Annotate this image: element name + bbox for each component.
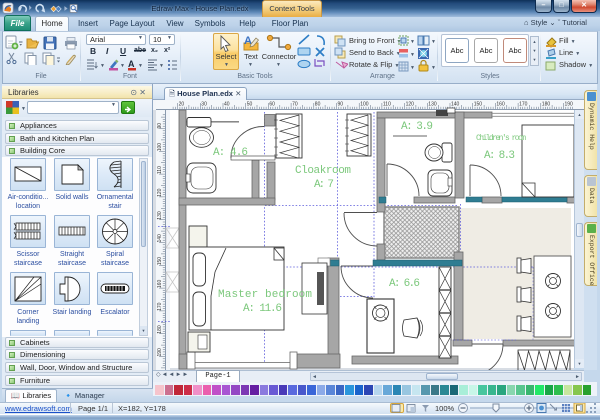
svg-text:▼: ▼	[410, 39, 415, 45]
svg-text:90: 90	[338, 102, 344, 108]
svg-text:180: 180	[157, 325, 163, 334]
svg-text:120: 120	[157, 188, 163, 197]
svg-text:170: 170	[519, 102, 528, 108]
svg-text:▼: ▼	[159, 63, 164, 69]
svg-text:A: A	[128, 59, 135, 69]
svg-text:A: 11.6: A: 11.6	[243, 303, 282, 315]
svg-text:20: 20	[179, 102, 185, 108]
svg-text:A: 4.6: A: 4.6	[213, 147, 248, 159]
svg-text:A: 7: A: 7	[314, 179, 334, 191]
svg-text:180: 180	[542, 102, 551, 108]
svg-text:120: 120	[406, 102, 415, 108]
svg-text:110: 110	[383, 102, 391, 108]
svg-text:Cloakroom: Cloakroom	[295, 165, 351, 177]
svg-text:110: 110	[157, 166, 163, 174]
svg-text:Children's room: Children's room	[476, 134, 526, 143]
svg-text:A: 8.3: A: 8.3	[484, 150, 515, 162]
svg-text:80: 80	[315, 102, 321, 108]
svg-text:150: 150	[157, 257, 163, 266]
svg-text:▼: ▼	[138, 63, 143, 69]
svg-text:50: 50	[247, 102, 253, 108]
svg-text:160: 160	[157, 280, 163, 289]
svg-text:100: 100	[360, 102, 369, 108]
svg-text:▼: ▼	[100, 63, 105, 69]
svg-text:A: 3.9: A: 3.9	[401, 121, 433, 133]
svg-text:90: 90	[157, 123, 163, 129]
svg-text:▼: ▼	[120, 63, 125, 69]
svg-text:40: 40	[224, 102, 230, 108]
svg-text:30: 30	[201, 102, 207, 108]
svg-text:▼: ▼	[410, 65, 415, 71]
svg-text:190: 190	[157, 348, 163, 357]
svg-text:▼: ▼	[431, 39, 436, 45]
svg-text:130: 130	[157, 211, 163, 220]
svg-text:70: 70	[292, 102, 298, 108]
svg-text:▼: ▼	[410, 52, 415, 58]
svg-text:▼: ▼	[431, 65, 436, 71]
svg-text:150: 150	[474, 102, 483, 108]
svg-text:140: 140	[157, 234, 163, 243]
svg-text:▼: ▼	[21, 106, 26, 112]
svg-text:140: 140	[451, 102, 460, 108]
svg-text:Master bedroom: Master bedroom	[218, 289, 312, 301]
svg-text:100: 100	[157, 143, 163, 152]
svg-text:A: 6.6: A: 6.6	[389, 278, 420, 290]
svg-text:190: 190	[565, 102, 574, 108]
svg-text:160: 160	[496, 102, 505, 108]
svg-text:170: 170	[157, 302, 163, 311]
svg-text:60: 60	[269, 102, 275, 108]
svg-text:130: 130	[428, 102, 437, 108]
